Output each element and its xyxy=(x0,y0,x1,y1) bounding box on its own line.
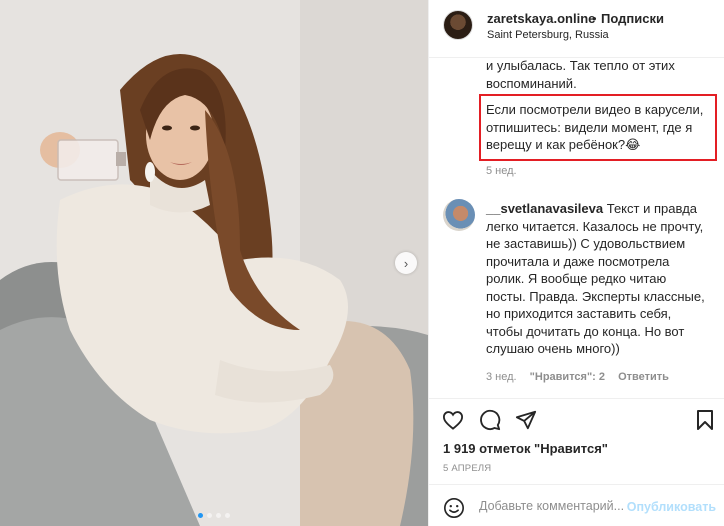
share-button[interactable] xyxy=(514,408,538,432)
smiley-icon[interactable] xyxy=(443,497,465,519)
post-side-panel: zaretskaya.online • Подписки Saint Peter… xyxy=(428,0,724,526)
comment-text: Текст и правда легко читается. Казалось … xyxy=(486,201,705,356)
post-photo[interactable]: › xyxy=(0,0,428,526)
comment-body: __svetlanavasileva Текст и правда легко … xyxy=(486,200,708,358)
header-separator: • xyxy=(592,11,597,26)
comment-age: 3 нед. xyxy=(486,371,517,383)
carousel-next-button[interactable]: › xyxy=(395,252,417,274)
post-date: 5 АПРЕЛЯ xyxy=(443,463,492,474)
comment-bubble-icon xyxy=(480,409,501,431)
bookmark-icon xyxy=(697,410,713,430)
carousel-dot[interactable] xyxy=(198,513,203,518)
photo-scene xyxy=(0,0,428,526)
following-button[interactable]: Подписки xyxy=(601,11,664,26)
carousel-dots xyxy=(0,513,428,518)
comment-input[interactable] xyxy=(479,496,629,516)
heart-icon xyxy=(442,411,464,430)
caption-age: 5 нед. xyxy=(486,165,517,177)
commenter-username[interactable]: __svetlanavasileva xyxy=(486,201,603,216)
comments-scroll-area[interactable]: и улыбалась. Так тепло от этих воспомина… xyxy=(429,58,724,398)
comment-meta: 3 нед. "Нравится": 2 Ответить xyxy=(486,371,679,383)
author-avatar[interactable] xyxy=(443,10,473,40)
save-button[interactable] xyxy=(693,408,717,432)
post-header: zaretskaya.online • Подписки Saint Peter… xyxy=(429,0,724,58)
caption-tail: и улыбалась. Так тепло от этих воспомина… xyxy=(486,58,675,91)
publish-button[interactable]: Опубликовать xyxy=(627,500,716,514)
carousel-dot[interactable] xyxy=(207,513,212,518)
caption-highlighted-text: Если посмотрели видео в карусели, отпиши… xyxy=(486,102,704,152)
comment-button[interactable] xyxy=(478,408,502,432)
paper-plane-icon xyxy=(515,410,537,430)
carousel-dot[interactable] xyxy=(225,513,230,518)
reply-button[interactable]: Ответить xyxy=(618,371,669,383)
carousel-dot[interactable] xyxy=(216,513,221,518)
likes-count[interactable]: 1 919 отметок "Нравится" xyxy=(443,441,608,456)
comment-composer: Опубликовать xyxy=(429,484,724,526)
action-bar xyxy=(429,398,724,438)
post-location[interactable]: Saint Petersburg, Russia xyxy=(487,29,609,41)
author-username[interactable]: zaretskaya.online xyxy=(487,11,595,26)
commenter-avatar[interactable] xyxy=(443,199,475,231)
like-button[interactable] xyxy=(441,408,465,432)
comment-likes[interactable]: "Нравится": 2 xyxy=(530,371,605,383)
